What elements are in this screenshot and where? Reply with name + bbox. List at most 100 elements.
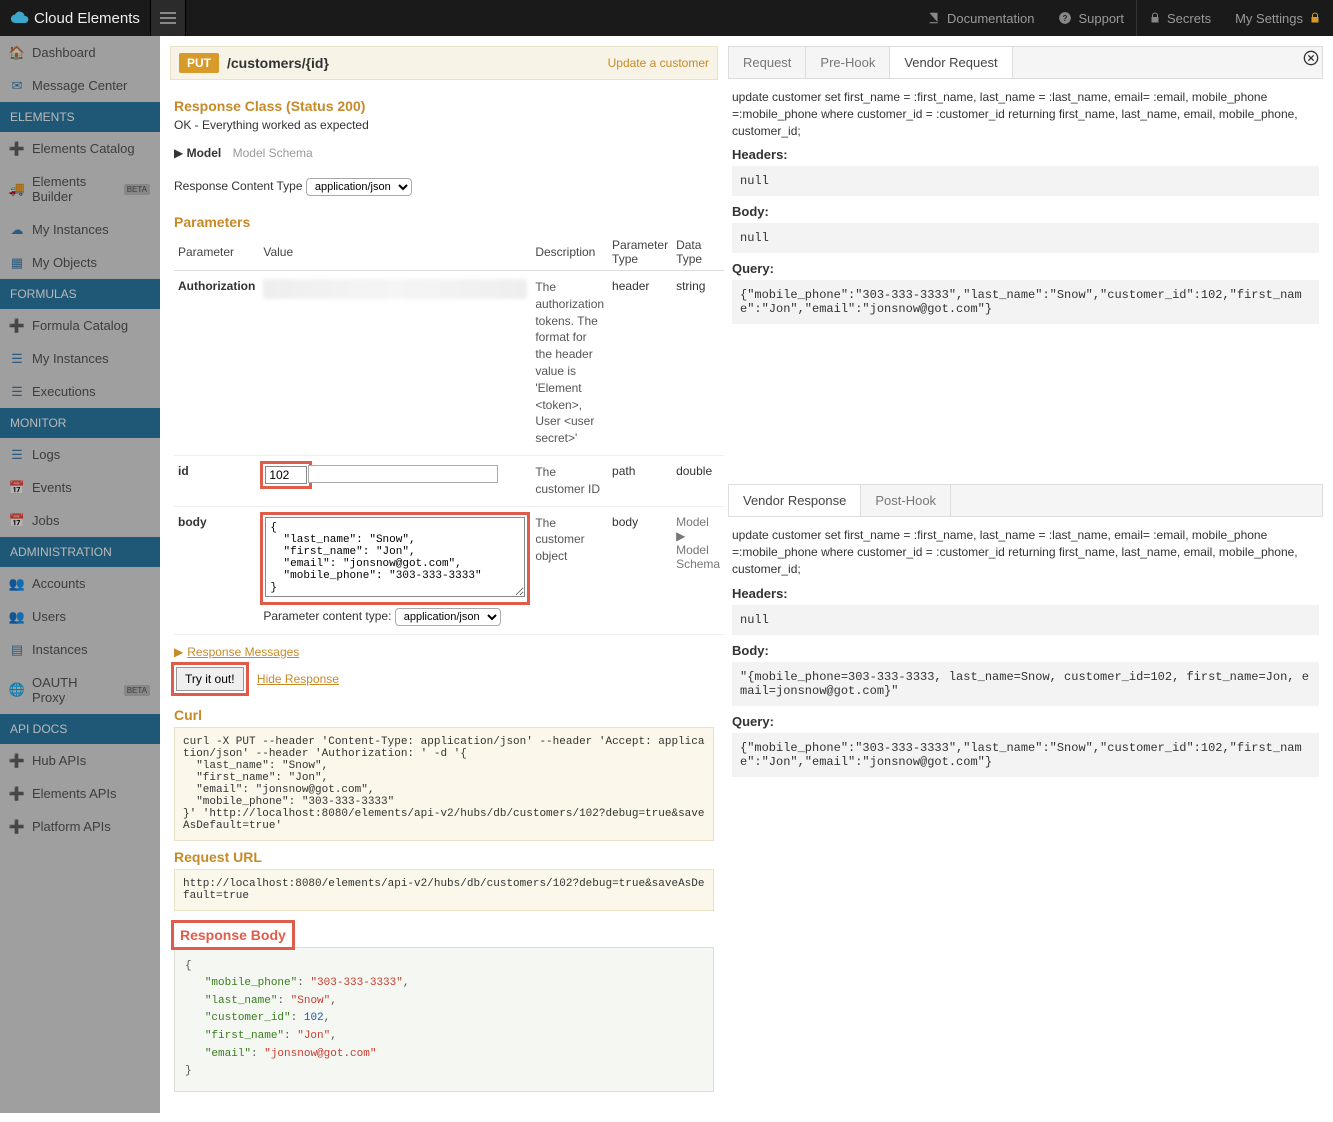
response-class-text: OK - Everything worked as expected — [174, 118, 714, 132]
parameters-table: Parameter Value Description Parameter Ty… — [174, 234, 724, 635]
plus-circle-icon: ➕ — [10, 820, 24, 834]
param-row-id: id The customer ID path double — [174, 455, 724, 506]
plus-circle-icon: ➕ — [10, 787, 24, 801]
sidebar-item-elements-apis[interactable]: ➕Elements APIs — [0, 777, 160, 810]
model-tab[interactable]: Model — [187, 146, 222, 160]
response-body-output: { "mobile_phone": "303-333-3333", "last_… — [174, 947, 714, 1092]
users-icon: 👥 — [10, 610, 24, 624]
response-class-heading: Response Class (Status 200) — [174, 98, 714, 114]
param-content-type-select[interactable]: application/json — [395, 608, 501, 626]
list-icon: ☰ — [10, 352, 24, 366]
body-textarea[interactable]: { "last_name": "Snow", "first_name": "Jo… — [265, 517, 525, 597]
param-row-authorization: Authorization The authorization tokens. … — [174, 271, 724, 456]
operation-header[interactable]: PUT /customers/{id} Update a customer — [170, 46, 718, 80]
mail-icon: ✉ — [10, 79, 24, 93]
lock-icon — [1149, 12, 1161, 24]
tab-pre-hook[interactable]: Pre-Hook — [806, 47, 890, 78]
vendor-response-query: {"mobile_phone":"303-333-3333","last_nam… — [732, 733, 1319, 777]
vendor-request-sql: update customer set first_name = :first_… — [732, 89, 1319, 139]
sidebar-item-hub-apis[interactable]: ➕Hub APIs — [0, 744, 160, 777]
calendar-icon: 📅 — [10, 481, 24, 495]
id-input-ext[interactable] — [308, 465, 498, 483]
try-it-out-button[interactable]: Try it out! — [176, 667, 244, 691]
sidebar-item-formula-catalog[interactable]: ➕Formula Catalog — [0, 309, 160, 342]
http-method-badge: PUT — [179, 53, 219, 73]
sidebar-item-dashboard[interactable]: 🏠Dashboard — [0, 36, 160, 69]
sidebar-item-elements-catalog[interactable]: ➕Elements Catalog — [0, 132, 160, 165]
sidebar-item-events[interactable]: 📅Events — [0, 471, 160, 504]
redacted-value — [263, 279, 527, 299]
id-input[interactable] — [265, 466, 307, 484]
plus-circle-icon: ➕ — [10, 754, 24, 768]
nav-documentation[interactable]: Documentation — [915, 0, 1046, 36]
request-url-heading: Request URL — [174, 849, 714, 865]
sidebar-header-monitor: MONITOR — [0, 408, 160, 438]
sidebar-item-instances[interactable]: ▤Instances — [0, 633, 160, 666]
menu-toggle[interactable] — [150, 0, 186, 36]
sidebar-item-accounts[interactable]: 👥Accounts — [0, 567, 160, 600]
param-content-type-label: Parameter content type: — [263, 609, 391, 623]
close-icon[interactable] — [1303, 50, 1319, 66]
svg-text:?: ? — [1063, 14, 1068, 23]
curl-heading: Curl — [174, 707, 714, 723]
tab-post-hook[interactable]: Post-Hook — [861, 485, 951, 516]
sidebar-item-jobs[interactable]: 📅Jobs — [0, 504, 160, 537]
sidebar-header-administration: ADMINISTRATION — [0, 537, 160, 567]
bars-icon: ▤ — [10, 643, 24, 657]
vendor-response-headers: null — [732, 605, 1319, 635]
plus-circle-icon: ➕ — [10, 142, 24, 156]
sidebar-item-message-center[interactable]: ✉Message Center — [0, 69, 160, 102]
content-type-select[interactable]: application/json — [306, 178, 412, 196]
debug-tabs-bottom: Vendor Response Post-Hook — [728, 484, 1323, 517]
brand-text: Cloud Elements — [34, 10, 140, 27]
brand-logo[interactable]: Cloud Elements — [0, 8, 150, 28]
sidebar-header-elements: ELEMENTS — [0, 102, 160, 132]
help-icon: ? — [1058, 11, 1072, 25]
request-url-output: http://localhost:8080/elements/api-v2/hu… — [174, 869, 714, 911]
operation-summary: Update a customer — [608, 56, 709, 70]
endpoint-path: /customers/{id} — [227, 55, 329, 71]
headers-label: Headers: — [732, 147, 1319, 162]
sidebar-item-formula-instances[interactable]: ☰My Instances — [0, 342, 160, 375]
tab-vendor-response[interactable]: Vendor Response — [729, 485, 861, 516]
vendor-request-body: null — [732, 223, 1319, 253]
book-icon — [927, 11, 941, 25]
cloud-icon: ☁ — [10, 223, 24, 237]
body-label: Body: — [732, 204, 1319, 219]
query-label: Query: — [732, 261, 1319, 276]
hide-response-link[interactable]: Hide Response — [257, 672, 339, 686]
tab-vendor-request[interactable]: Vendor Request — [890, 47, 1012, 78]
sidebar-item-logs[interactable]: ☰Logs — [0, 438, 160, 471]
tab-request[interactable]: Request — [729, 47, 806, 78]
sidebar-item-my-objects[interactable]: ▦My Objects — [0, 246, 160, 279]
topbar: Cloud Elements Documentation ? Support S… — [0, 0, 1333, 36]
content-type-label: Response Content Type — [174, 179, 303, 193]
users-icon: 👥 — [10, 577, 24, 591]
lock-icon — [1309, 12, 1321, 24]
nav-support[interactable]: ? Support — [1046, 0, 1136, 36]
truck-icon: 🚚 — [10, 182, 24, 196]
api-panel: PUT /customers/{id} Update a customer Re… — [170, 46, 718, 1103]
caret-icon: ▶ — [174, 146, 183, 160]
sidebar-item-users[interactable]: 👥Users — [0, 600, 160, 633]
sidebar-item-my-instances[interactable]: ☁My Instances — [0, 213, 160, 246]
nav-secrets[interactable]: Secrets — [1137, 0, 1223, 36]
sidebar: 🏠Dashboard ✉Message Center ELEMENTS ➕Ele… — [0, 36, 160, 1113]
debug-tabs-top: Request Pre-Hook Vendor Request — [728, 46, 1323, 79]
main-content: PUT /customers/{id} Update a customer Re… — [160, 36, 1333, 1113]
sidebar-item-oauth-proxy[interactable]: 🌐OAUTH Proxy BETA — [0, 666, 160, 714]
globe-icon: 🌐 — [10, 683, 24, 697]
list-icon: ☰ — [10, 448, 24, 462]
sidebar-item-platform-apis[interactable]: ➕Platform APIs — [0, 810, 160, 843]
model-schema-tab[interactable]: Model Schema — [225, 146, 321, 160]
sidebar-item-elements-builder[interactable]: 🚚Elements Builder BETA — [0, 165, 160, 213]
cloud-icon — [10, 8, 30, 28]
response-messages-toggle[interactable]: ▶ Response Messages — [174, 645, 299, 659]
nav-my-settings[interactable]: My Settings — [1223, 0, 1333, 36]
parameters-heading: Parameters — [174, 214, 714, 230]
sidebar-item-executions[interactable]: ☰Executions — [0, 375, 160, 408]
vendor-request-query: {"mobile_phone":"303-333-3333","last_nam… — [732, 280, 1319, 324]
param-row-body: body { "last_name": "Snow", "first_name"… — [174, 506, 724, 634]
sidebar-header-api-docs: API DOCS — [0, 714, 160, 744]
curl-output: curl -X PUT --header 'Content-Type: appl… — [174, 727, 714, 841]
